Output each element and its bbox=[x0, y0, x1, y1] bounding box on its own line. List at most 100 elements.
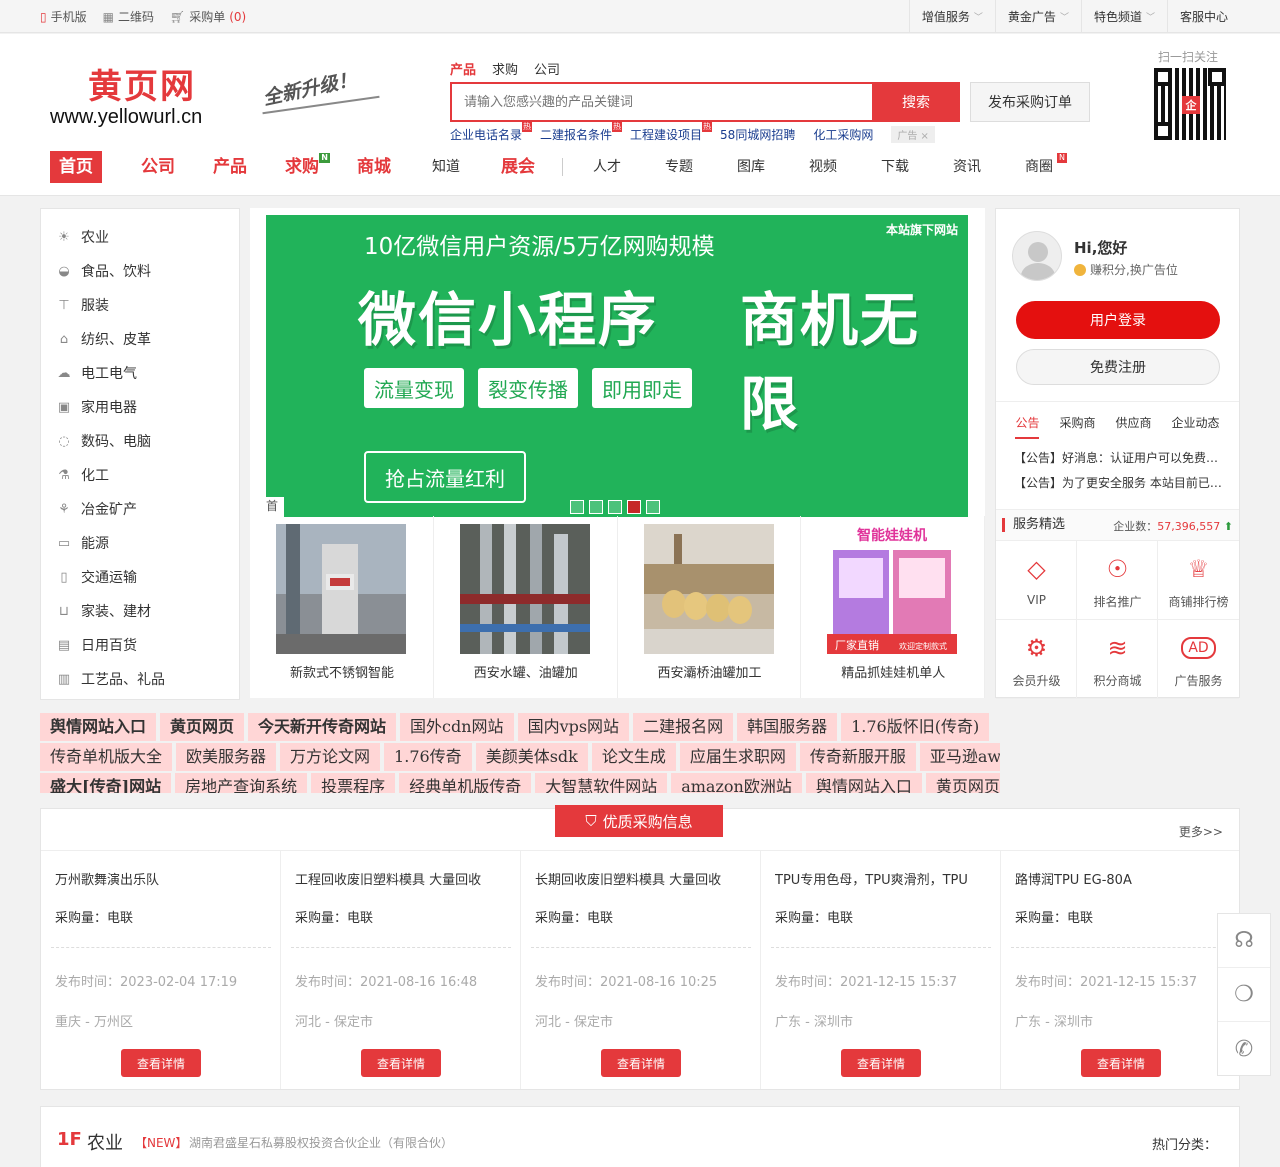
text-link[interactable]: 欧美服务器 bbox=[176, 743, 277, 771]
category-item[interactable]: ⚘ 冶金矿产 bbox=[41, 492, 239, 526]
view-details-button[interactable]: 查看详情 bbox=[361, 1049, 441, 1077]
site-logo[interactable]: 黄页网 www.yellowurl.cn bbox=[50, 68, 202, 128]
text-link[interactable]: 大智慧软件网站 bbox=[535, 773, 668, 793]
qrcode-link[interactable]: ▦ 二维码 bbox=[103, 8, 154, 25]
search-input[interactable] bbox=[452, 84, 872, 120]
view-details-button[interactable]: 查看详情 bbox=[601, 1049, 681, 1077]
card-title[interactable]: 长期回收废旧塑料模具 大量回收 bbox=[535, 869, 750, 888]
nav-home[interactable]: 首页 bbox=[50, 151, 102, 183]
text-link[interactable]: 美颜美体sdk bbox=[475, 743, 588, 771]
view-details-button[interactable]: 查看详情 bbox=[121, 1049, 201, 1077]
nav-buy[interactable]: 求购 N bbox=[266, 151, 338, 183]
text-link[interactable]: 应届生求职网 bbox=[679, 743, 796, 771]
service-vip[interactable]: ◇ VIP bbox=[996, 541, 1077, 620]
hot-keyword[interactable]: 企业电话名录热 bbox=[450, 122, 533, 143]
service-points-mall[interactable]: ≋ 积分商城 bbox=[1077, 620, 1158, 699]
nav-expo[interactable]: 展会 bbox=[482, 151, 554, 183]
hot-keyword[interactable]: 工程建设项目热 bbox=[630, 122, 713, 143]
banner-dot[interactable] bbox=[570, 500, 584, 514]
nav-download[interactable]: 下载 bbox=[859, 151, 931, 183]
ad-label[interactable]: 广告 × bbox=[891, 126, 935, 143]
text-link[interactable]: 万方论文网 bbox=[280, 743, 381, 771]
points-link[interactable]: 赚积分,换广告位 bbox=[1074, 261, 1178, 278]
hot-keyword[interactable]: 二建报名条件热 bbox=[540, 122, 623, 143]
tab-suppliers[interactable]: 供应商 bbox=[1116, 414, 1152, 439]
tab-notice[interactable]: 公告 bbox=[1015, 414, 1040, 439]
category-item[interactable]: ▣ 家用电器 bbox=[41, 390, 239, 424]
category-item[interactable]: ▤ 日用百货 bbox=[41, 628, 239, 662]
service-ranking[interactable]: ☉ 排名推广 bbox=[1077, 541, 1158, 620]
search-tab-buy[interactable]: 求购 bbox=[492, 59, 518, 78]
floor-company-link[interactable]: 湖南君盛星石私募股权投资合伙企业（有限合伙） bbox=[189, 1134, 453, 1151]
topbar-menu-channels[interactable]: 特色频道 ﹀ bbox=[1080, 0, 1167, 33]
category-item[interactable]: ◒ 食品、饮料 bbox=[41, 254, 239, 288]
topbar-menu-gold-ads[interactable]: 黄金广告 ﹀ bbox=[994, 0, 1081, 33]
search-button[interactable]: 搜索 bbox=[872, 82, 960, 122]
phone-icon[interactable]: ✆ bbox=[1218, 1022, 1270, 1076]
product-card[interactable]: 西安灞桥油罐加工 bbox=[618, 516, 802, 698]
cart-link[interactable]: 🛒︎ 采购单 (0) bbox=[170, 8, 246, 25]
wechat-icon[interactable]: ❍ bbox=[1218, 968, 1270, 1022]
category-item[interactable]: ▥ 工艺品、礼品 bbox=[41, 662, 239, 696]
text-link[interactable]: 韩国服务器 bbox=[737, 713, 838, 741]
text-link[interactable]: 盛大[传奇]网站 bbox=[40, 773, 172, 793]
text-link[interactable]: 国内vps网站 bbox=[517, 713, 630, 741]
tab-company-news[interactable]: 企业动态 bbox=[1172, 414, 1220, 439]
headset-icon[interactable]: ☊ bbox=[1218, 914, 1270, 968]
text-link[interactable]: 论文生成 bbox=[591, 743, 676, 771]
hot-keyword[interactable]: 化工采购网 bbox=[813, 126, 873, 143]
nav-news[interactable]: 资讯 bbox=[931, 151, 1003, 183]
nav-talent[interactable]: 人才 bbox=[571, 151, 643, 183]
promo-banner[interactable]: 10亿微信用户资源/5万亿网购规模 微信小程序 商机无限 流量变现 裂变传播 即… bbox=[266, 215, 968, 517]
text-link[interactable]: 今天新开传奇网站 bbox=[248, 713, 397, 741]
floor-name[interactable]: 农业 bbox=[87, 1129, 123, 1155]
text-link[interactable]: 1.76版怀旧(传奇) bbox=[841, 713, 990, 741]
nav-company[interactable]: 公司 bbox=[122, 151, 194, 183]
category-item[interactable]: ☁ 电工电气 bbox=[41, 356, 239, 390]
text-link[interactable]: 黄页网页 bbox=[160, 713, 245, 741]
nav-know[interactable]: 知道 bbox=[410, 151, 482, 183]
nav-gallery[interactable]: 图库 bbox=[715, 151, 787, 183]
search-tab-products[interactable]: 产品 bbox=[450, 59, 476, 78]
view-details-button[interactable]: 查看详情 bbox=[841, 1049, 921, 1077]
login-button[interactable]: 用户登录 bbox=[1016, 301, 1220, 339]
banner-dot-active[interactable] bbox=[627, 500, 641, 514]
category-item[interactable]: ☀ 农业 bbox=[41, 220, 239, 254]
text-link[interactable]: amazon欧洲站 bbox=[671, 773, 802, 793]
view-details-button[interactable]: 查看详情 bbox=[1081, 1049, 1161, 1077]
banner-cta-button[interactable]: 抢占流量红利 bbox=[364, 451, 526, 503]
topbar-menu-service[interactable]: 客服中心 bbox=[1166, 0, 1240, 33]
text-link[interactable]: 二建报名网 bbox=[633, 713, 734, 741]
topbar-menu-value-added[interactable]: 增值服务 ﹀ bbox=[908, 0, 995, 33]
text-link[interactable]: 黄页网页 bbox=[925, 773, 1000, 793]
more-link[interactable]: 更多>> bbox=[1179, 823, 1223, 840]
search-tab-company[interactable]: 公司 bbox=[534, 59, 560, 78]
product-card[interactable]: 智能娃娃机 厂家直销 欢迎定制款式 精品抓娃娃机单人 bbox=[801, 516, 985, 698]
nav-circle[interactable]: 商圈 N bbox=[1003, 151, 1075, 183]
publish-order-button[interactable]: 发布采购订单 bbox=[970, 82, 1090, 122]
banner-dot[interactable] bbox=[646, 500, 660, 514]
category-item[interactable]: ⌂ 纺织、皮革 bbox=[41, 322, 239, 356]
text-link[interactable]: 经典单机版传奇 bbox=[399, 773, 532, 793]
category-item[interactable]: ⊔ 家装、建材 bbox=[41, 594, 239, 628]
text-link[interactable]: 传奇新服开服 bbox=[799, 743, 916, 771]
text-link[interactable]: 传奇单机版大全 bbox=[40, 743, 173, 771]
notice-item[interactable]: 【公告】好消息：认证用户可以免费发布 bbox=[1014, 449, 1228, 466]
mobile-link[interactable]: ▯ 手机版 bbox=[40, 8, 87, 25]
card-title[interactable]: 工程回收废旧塑料模具 大量回收 bbox=[295, 869, 510, 888]
product-card[interactable]: 西安水罐、油罐加 bbox=[434, 516, 618, 698]
hot-keyword[interactable]: 58同城网招聘 bbox=[720, 126, 795, 143]
text-link[interactable]: 1.76传奇 bbox=[384, 743, 472, 771]
banner-dot[interactable] bbox=[589, 500, 603, 514]
service-ads[interactable]: AD 广告服务 bbox=[1158, 620, 1239, 699]
text-link[interactable]: 舆情网站入口 bbox=[805, 773, 922, 793]
banner-dot[interactable] bbox=[608, 500, 622, 514]
nav-topics[interactable]: 专题 bbox=[643, 151, 715, 183]
nav-products[interactable]: 产品 bbox=[194, 151, 266, 183]
text-link[interactable]: 投票程序 bbox=[311, 773, 396, 793]
notice-item[interactable]: 【公告】为了更安全服务 本站目前已开启 bbox=[1014, 474, 1228, 491]
text-link[interactable]: 房地产查询系统 bbox=[175, 773, 308, 793]
nav-mall[interactable]: 商城 bbox=[338, 151, 410, 183]
nav-video[interactable]: 视频 bbox=[787, 151, 859, 183]
text-link[interactable]: 国外cdn网站 bbox=[400, 713, 514, 741]
